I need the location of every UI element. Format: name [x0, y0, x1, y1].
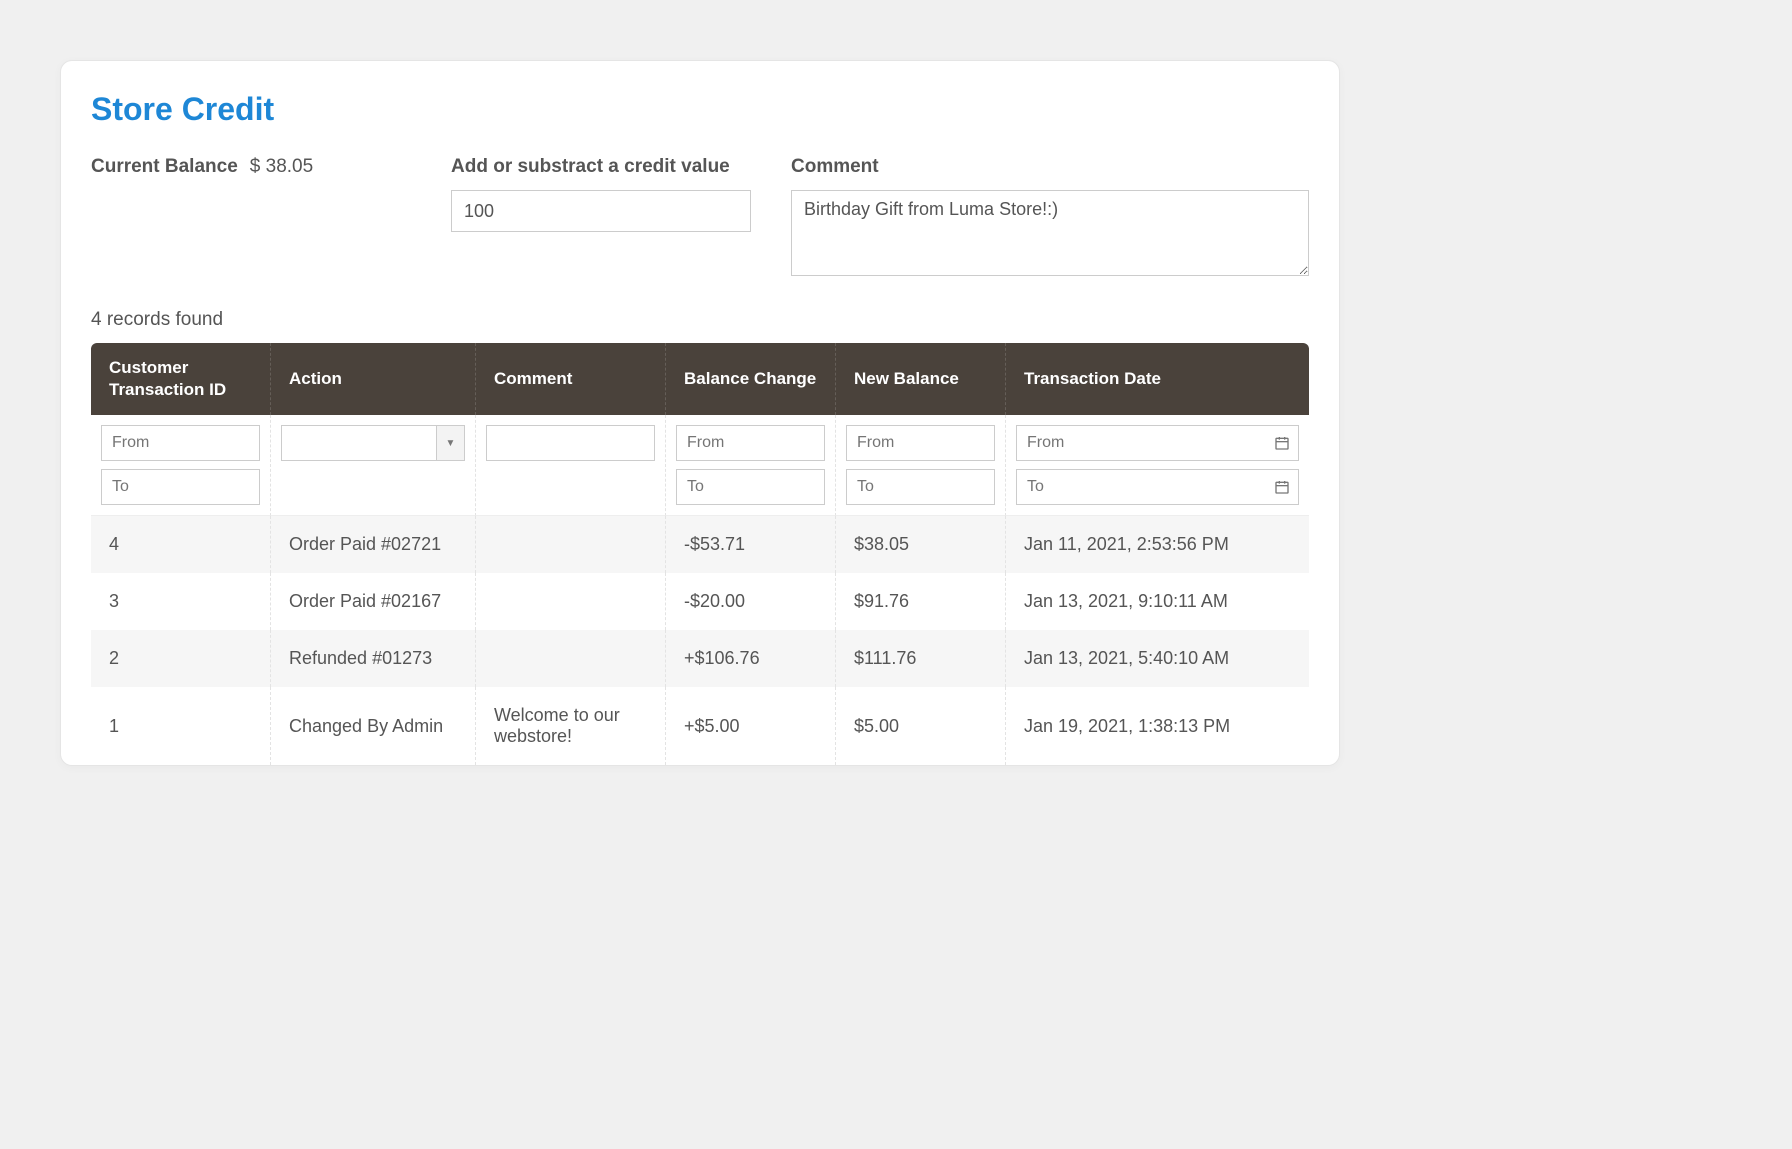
cell-date: Jan 19, 2021, 1:38:13 PM [1006, 687, 1309, 765]
cell-id: 3 [91, 573, 271, 630]
cell-change: -$20.00 [666, 573, 836, 630]
filter-date-to[interactable] [1016, 469, 1299, 505]
transactions-table: Customer Transaction ID Action Comment B… [91, 343, 1309, 765]
col-header-change[interactable]: Balance Change [666, 343, 836, 415]
cell-change: +$5.00 [666, 687, 836, 765]
cell-id: 2 [91, 630, 271, 687]
cell-comment [476, 573, 666, 630]
col-header-newbal[interactable]: New Balance [836, 343, 1006, 415]
chevron-down-icon: ▼ [446, 438, 456, 449]
filter-id-to[interactable] [101, 469, 260, 505]
records-found: 4 records found [91, 309, 1309, 331]
filter-date-from[interactable] [1016, 425, 1299, 461]
summary-row: Current Balance $ 38.05 Add or substract… [91, 156, 1309, 281]
credit-value-input[interactable] [451, 190, 751, 232]
cell-comment [476, 630, 666, 687]
store-credit-panel: Store Credit Current Balance $ 38.05 Add… [60, 60, 1340, 766]
cell-change: +$106.76 [666, 630, 836, 687]
col-header-action[interactable]: Action [271, 343, 476, 415]
credit-value-label: Add or substract a credit value [451, 156, 751, 178]
table-row[interactable]: 1Changed By AdminWelcome to our webstore… [91, 687, 1309, 765]
table-row[interactable]: 4Order Paid #02721 -$53.71$38.05Jan 11, 2… [91, 516, 1309, 573]
col-header-comment[interactable]: Comment [476, 343, 666, 415]
current-balance: Current Balance $ 38.05 [91, 156, 411, 178]
filter-newbal-from[interactable] [846, 425, 995, 461]
cell-action: Order Paid #02167 [271, 573, 476, 630]
filter-change-to[interactable] [676, 469, 825, 505]
cell-action: Order Paid #02721 [271, 516, 476, 573]
cell-newbal: $111.76 [836, 630, 1006, 687]
col-header-date[interactable]: Transaction Date [1006, 343, 1309, 415]
cell-id: 1 [91, 687, 271, 765]
comment-input[interactable] [791, 190, 1309, 276]
filter-row: ▼ [91, 415, 1309, 516]
cell-action: Changed By Admin [271, 687, 476, 765]
cell-newbal: $38.05 [836, 516, 1006, 573]
filter-action-select[interactable] [281, 425, 437, 461]
filter-comment[interactable] [486, 425, 655, 461]
credit-value-field: Add or substract a credit value [451, 156, 751, 232]
filter-id-from[interactable] [101, 425, 260, 461]
calendar-icon[interactable] [1273, 434, 1291, 452]
cell-date: Jan 13, 2021, 9:10:11 AM [1006, 573, 1309, 630]
page-title: Store Credit [91, 91, 1309, 128]
current-balance-label: Current Balance [91, 156, 238, 178]
comment-label: Comment [791, 156, 1309, 178]
table-row[interactable]: 2Refunded #01273 +$106.76$111.76Jan 13, 2… [91, 630, 1309, 687]
filter-newbal-to[interactable] [846, 469, 995, 505]
col-header-id[interactable]: Customer Transaction ID [91, 343, 271, 415]
filter-change-from[interactable] [676, 425, 825, 461]
filter-action-dropdown-button[interactable]: ▼ [437, 425, 465, 461]
calendar-icon[interactable] [1273, 478, 1291, 496]
cell-change: -$53.71 [666, 516, 836, 573]
current-balance-value: $ 38.05 [250, 156, 313, 178]
cell-comment: Welcome to our webstore! [476, 687, 666, 765]
cell-action: Refunded #01273 [271, 630, 476, 687]
cell-date: Jan 11, 2021, 2:53:56 PM [1006, 516, 1309, 573]
cell-comment [476, 516, 666, 573]
comment-field: Comment [791, 156, 1309, 281]
table-row[interactable]: 3Order Paid #02167 -$20.00$91.76Jan 13, 2… [91, 573, 1309, 630]
cell-id: 4 [91, 516, 271, 573]
cell-newbal: $5.00 [836, 687, 1006, 765]
cell-date: Jan 13, 2021, 5:40:10 AM [1006, 630, 1309, 687]
cell-newbal: $91.76 [836, 573, 1006, 630]
